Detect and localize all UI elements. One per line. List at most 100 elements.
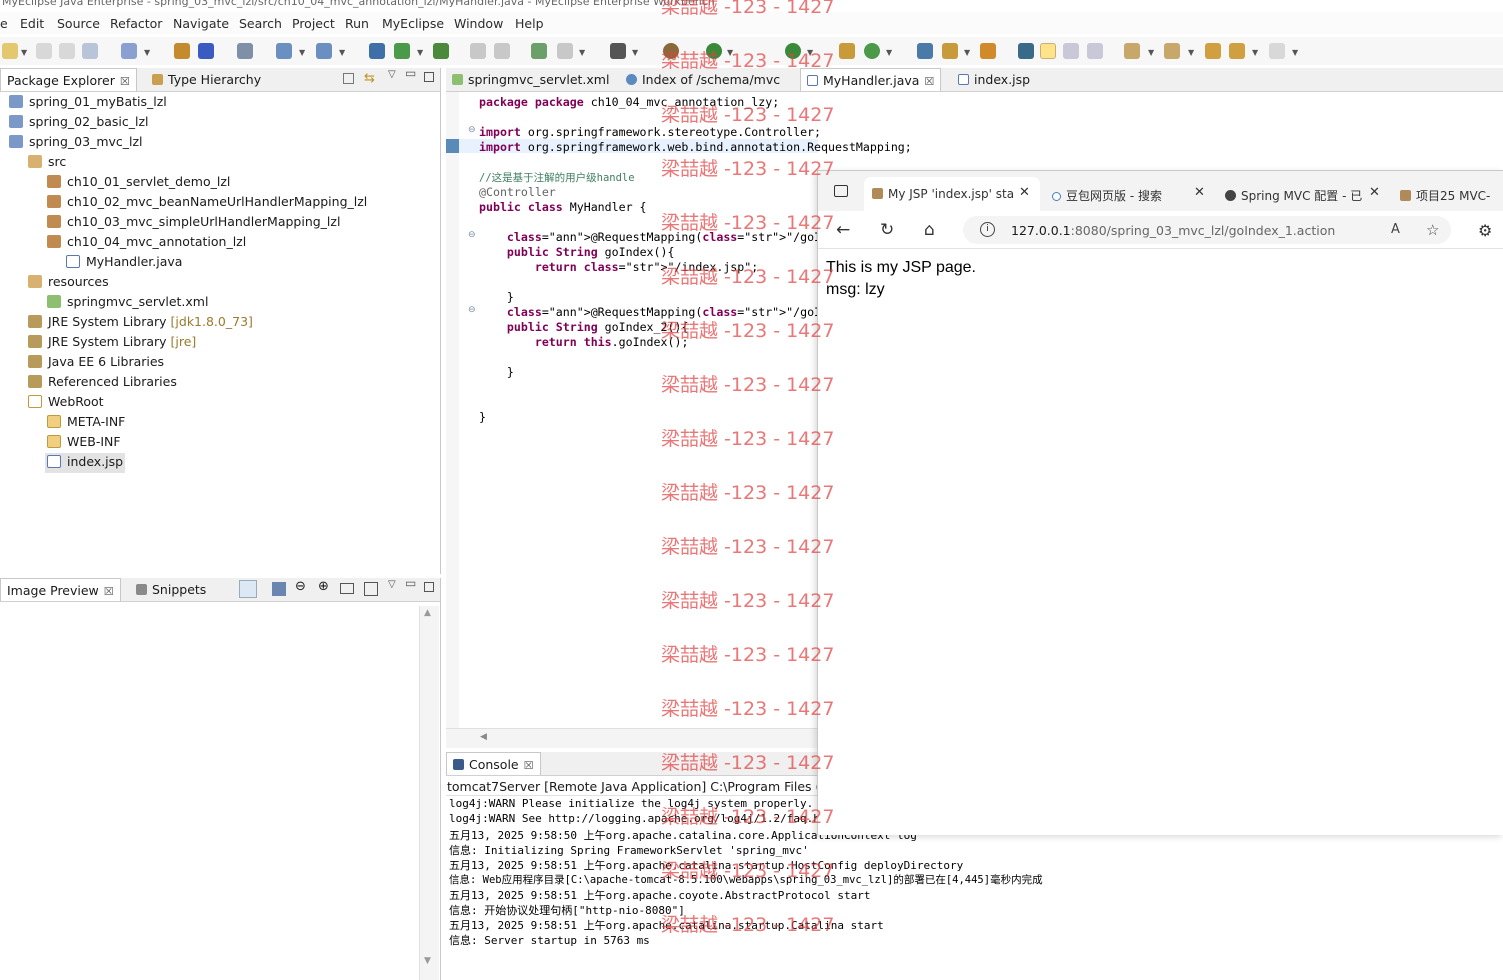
publish-icon[interactable] [557,43,573,59]
chevron-down-icon[interactable]: ▼ [1148,48,1154,57]
screen-icon[interactable] [610,43,626,59]
menu-window[interactable]: Window [454,16,503,31]
sync-icon[interactable] [394,43,410,59]
tree-item-library[interactable]: JRE System Library [jdk1.8.0_73] [28,314,253,334]
tree-item-java-file[interactable]: MyHandler.java [66,254,182,274]
favorite-icon[interactable]: ☆ [1426,221,1439,239]
menu-run[interactable]: Run [345,16,369,31]
save-icon[interactable] [36,43,52,59]
save-all-icon[interactable] [59,43,75,59]
tree-item-folder[interactable]: WEB-INF [47,434,121,454]
chevron-down-icon[interactable]: ▼ [1252,48,1258,57]
tree-item-package[interactable]: ch10_03_mvc_simpleUrlHandlerMapping_lzl [47,214,340,234]
highlight-icon[interactable] [1040,43,1056,59]
menu-file[interactable]: e [0,16,8,31]
menu-refactor[interactable]: Refactor [110,16,162,31]
code-editor[interactable]: ⊖ ⊖ ⊖ package package ch10_04_mvc_annota… [446,92,926,748]
tree-item-folder[interactable]: META-INF [47,414,125,434]
open-type-icon[interactable] [237,43,253,59]
close-icon[interactable]: ✕ [1369,185,1380,200]
fold-icon[interactable]: ⊖ [468,230,476,240]
zoom-in-icon[interactable]: ⊕ [318,579,329,594]
chevron-down-icon[interactable]: ▼ [1188,48,1194,57]
tab-snippets[interactable]: Snippets [130,578,212,601]
browser-tab-spring[interactable]: Spring MVC 配置 - 已 [1217,177,1372,211]
scroll-left-icon[interactable]: ◀ [480,732,487,742]
refresh-icon[interactable] [494,43,510,59]
last-edit-icon[interactable] [1205,43,1221,59]
build-icon[interactable] [531,43,547,59]
close-icon[interactable]: ✕ [1194,185,1205,200]
vertical-scrollbar[interactable] [419,606,439,980]
show-whitespace-icon[interactable] [1087,43,1103,59]
coverage-icon[interactable] [864,43,880,59]
info-icon[interactable]: i [980,222,995,237]
external-tools-icon[interactable] [839,43,855,59]
block-select-icon[interactable] [1063,43,1079,59]
new-icon[interactable] [2,43,18,59]
search-tool-icon[interactable] [942,43,958,59]
tab-image-preview[interactable]: Image Preview ☒ [0,578,121,601]
view-menu-icon[interactable]: ▽ [388,579,396,590]
deploy-icon[interactable] [198,43,214,59]
collapse-all-icon[interactable] [343,73,354,84]
globe-icon[interactable] [433,43,449,59]
link-icon[interactable] [239,580,257,598]
browser-icon[interactable] [316,43,332,59]
back-icon[interactable] [1229,43,1245,59]
menu-help[interactable]: Help [515,16,544,31]
chevron-down-icon[interactable]: ▼ [964,48,970,57]
open-task-icon[interactable] [917,43,933,59]
browser-tab-jsp[interactable]: My JSP 'index.jsp' sta [864,177,1040,211]
scroll-up-icon[interactable]: ▲ [424,608,431,618]
chevron-down-icon[interactable]: ▼ [727,48,733,57]
home-icon[interactable]: ⌂ [924,220,935,240]
read-aloud-icon[interactable]: A [1391,222,1400,237]
view-menu-icon[interactable]: ▽ [388,69,396,80]
tree-item-resources[interactable]: resources [28,274,109,294]
close-icon[interactable]: ☒ [924,75,934,88]
menu-edit[interactable]: Edit [20,16,44,31]
chevron-down-icon[interactable]: ▼ [21,48,27,57]
chevron-down-icon[interactable]: ▼ [807,48,813,57]
maximize-icon[interactable] [424,72,434,82]
tab-actions-icon[interactable] [834,185,848,197]
chevron-down-icon[interactable]: ▼ [632,48,638,57]
run-last-icon[interactable] [785,43,801,59]
tab-myhandler[interactable]: MyHandler.java ☒ [800,68,942,91]
chevron-down-icon[interactable]: ▼ [144,48,150,57]
browser-tab-doubao[interactable]: 豆包网页版 - 搜索 [1044,177,1194,211]
tab-package-explorer[interactable]: Package Explorer ☒ [0,68,137,91]
tree-item-package[interactable]: ch10_04_mvc_annotation_lzl [47,234,246,254]
debug-icon[interactable] [663,43,679,59]
address-bar[interactable]: i 127.0.0.1:8080/spring_03_mvc_lzl/goInd… [963,216,1451,244]
run-icon[interactable] [706,43,722,59]
tree-item-xml-file[interactable]: springmvc_servlet.xml [47,294,208,314]
fold-icon[interactable]: ⊖ [468,125,476,135]
refresh-icon[interactable]: ↻ [880,220,894,240]
minimize-icon[interactable]: ▭ [405,66,416,80]
image-icon[interactable] [272,582,286,596]
link-editor-icon[interactable]: ⇆ [364,71,375,86]
open-resource-icon[interactable] [980,43,996,59]
chevron-down-icon[interactable]: ▼ [579,48,585,57]
chevron-down-icon[interactable]: ▼ [299,48,305,57]
actual-size-icon[interactable] [340,583,354,594]
horizontal-scrollbar[interactable] [446,728,818,748]
tree-item-library[interactable]: Referenced Libraries [28,374,177,394]
prev-annotation-icon[interactable] [1164,43,1180,59]
back-icon[interactable]: ← [836,220,850,240]
chevron-down-icon[interactable]: ▼ [1292,48,1298,57]
tree-item-project[interactable]: spring_03_mvc_lzl [9,134,143,154]
tab-type-hierarchy[interactable]: Type Hierarchy [146,68,267,91]
maximize-icon[interactable] [424,582,434,592]
tree-item-jsp-file[interactable]: index.jsp [45,453,126,473]
package-icon[interactable] [174,43,190,59]
chevron-down-icon[interactable]: ▼ [886,48,892,57]
tree-item-library[interactable]: JRE System Library [jre] [28,334,196,354]
chevron-down-icon[interactable]: ▼ [417,48,423,57]
tab-index-jsp[interactable]: index.jsp [952,68,1036,91]
tab-springmvc-xml[interactable]: springmvc_servlet.xml [446,68,615,91]
scroll-down-icon[interactable]: ▼ [424,956,431,966]
fit-icon[interactable] [364,582,378,596]
